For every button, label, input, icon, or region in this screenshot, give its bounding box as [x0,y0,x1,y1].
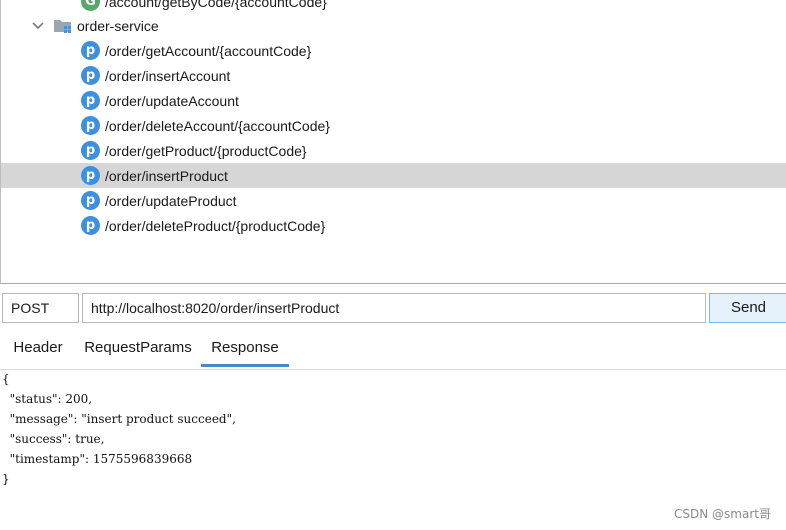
tab-response[interactable]: Response [201,334,289,367]
endpoint-item[interactable]: p/order/getAccount/{accountCode} [1,38,786,63]
endpoint-item[interactable]: p/order/updateAccount [1,88,786,113]
endpoint-label: /order/updateAccount [105,92,239,109]
post-method-icon: p [81,41,100,60]
get-method-icon: G [81,0,100,11]
api-tree-panel: G /account/getByCode/{accountCode} order… [0,0,786,284]
response-line: "message": "insert product succeed", [2,412,236,426]
url-input[interactable]: http://localhost:8020/order/insertProduc… [82,293,706,323]
endpoint-item[interactable]: p/order/updateProduct [1,188,786,213]
endpoint-item[interactable]: p/order/deleteAccount/{accountCode} [1,113,786,138]
response-tab-bar: Header RequestParams Response [0,334,786,370]
response-line: } [2,472,10,486]
endpoint-item[interactable]: p/order/insertAccount [1,63,786,88]
endpoint-item[interactable]: p/order/getProduct/{productCode} [1,138,786,163]
tree-node-order-service[interactable]: order-service [1,13,786,38]
endpoint-label: /order/updateProduct [105,192,237,209]
response-body[interactable]: { "status": 200, "message": "insert prod… [2,370,782,510]
watermark: CSDN @smart哥 [674,507,771,521]
chevron-down-icon[interactable] [31,19,45,33]
post-method-icon: p [81,141,100,160]
tree-item-partial[interactable]: G /account/getByCode/{accountCode} [1,0,786,14]
endpoint-label: /order/getProduct/{productCode} [105,142,307,159]
post-method-icon: p [81,116,100,135]
http-method-select[interactable]: POST [2,293,79,323]
module-folder-icon [54,19,71,33]
endpoint-label: /order/insertAccount [105,67,231,84]
endpoint-label: /order/deleteAccount/{accountCode} [105,117,330,134]
response-line: "success": true, [2,432,105,446]
request-bar: POST http://localhost:8020/order/insertP… [0,293,786,324]
post-method-icon: p [81,91,100,110]
post-method-icon: p [81,166,100,185]
post-method-icon: p [81,191,100,210]
endpoint-label: /order/insertProduct [105,167,228,184]
post-method-icon: p [81,66,100,85]
send-button[interactable]: Send [709,293,786,323]
endpoint-item[interactable]: p/order/deleteProduct/{productCode} [1,213,786,238]
endpoint-item[interactable]: p/order/insertProduct [1,163,786,188]
response-line: "timestamp": 1575596839668 [2,452,193,466]
endpoint-label: /order/deleteProduct/{productCode} [105,217,326,234]
tab-header[interactable]: Header [2,334,74,367]
response-line: { [2,372,10,386]
tree-item-label: /account/getByCode/{accountCode} [105,0,327,10]
tab-request-params[interactable]: RequestParams [78,334,198,367]
endpoint-label: /order/getAccount/{accountCode} [105,42,312,59]
service-label: order-service [77,17,159,34]
response-line: "status": 200, [2,392,93,406]
post-method-icon: p [81,216,100,235]
